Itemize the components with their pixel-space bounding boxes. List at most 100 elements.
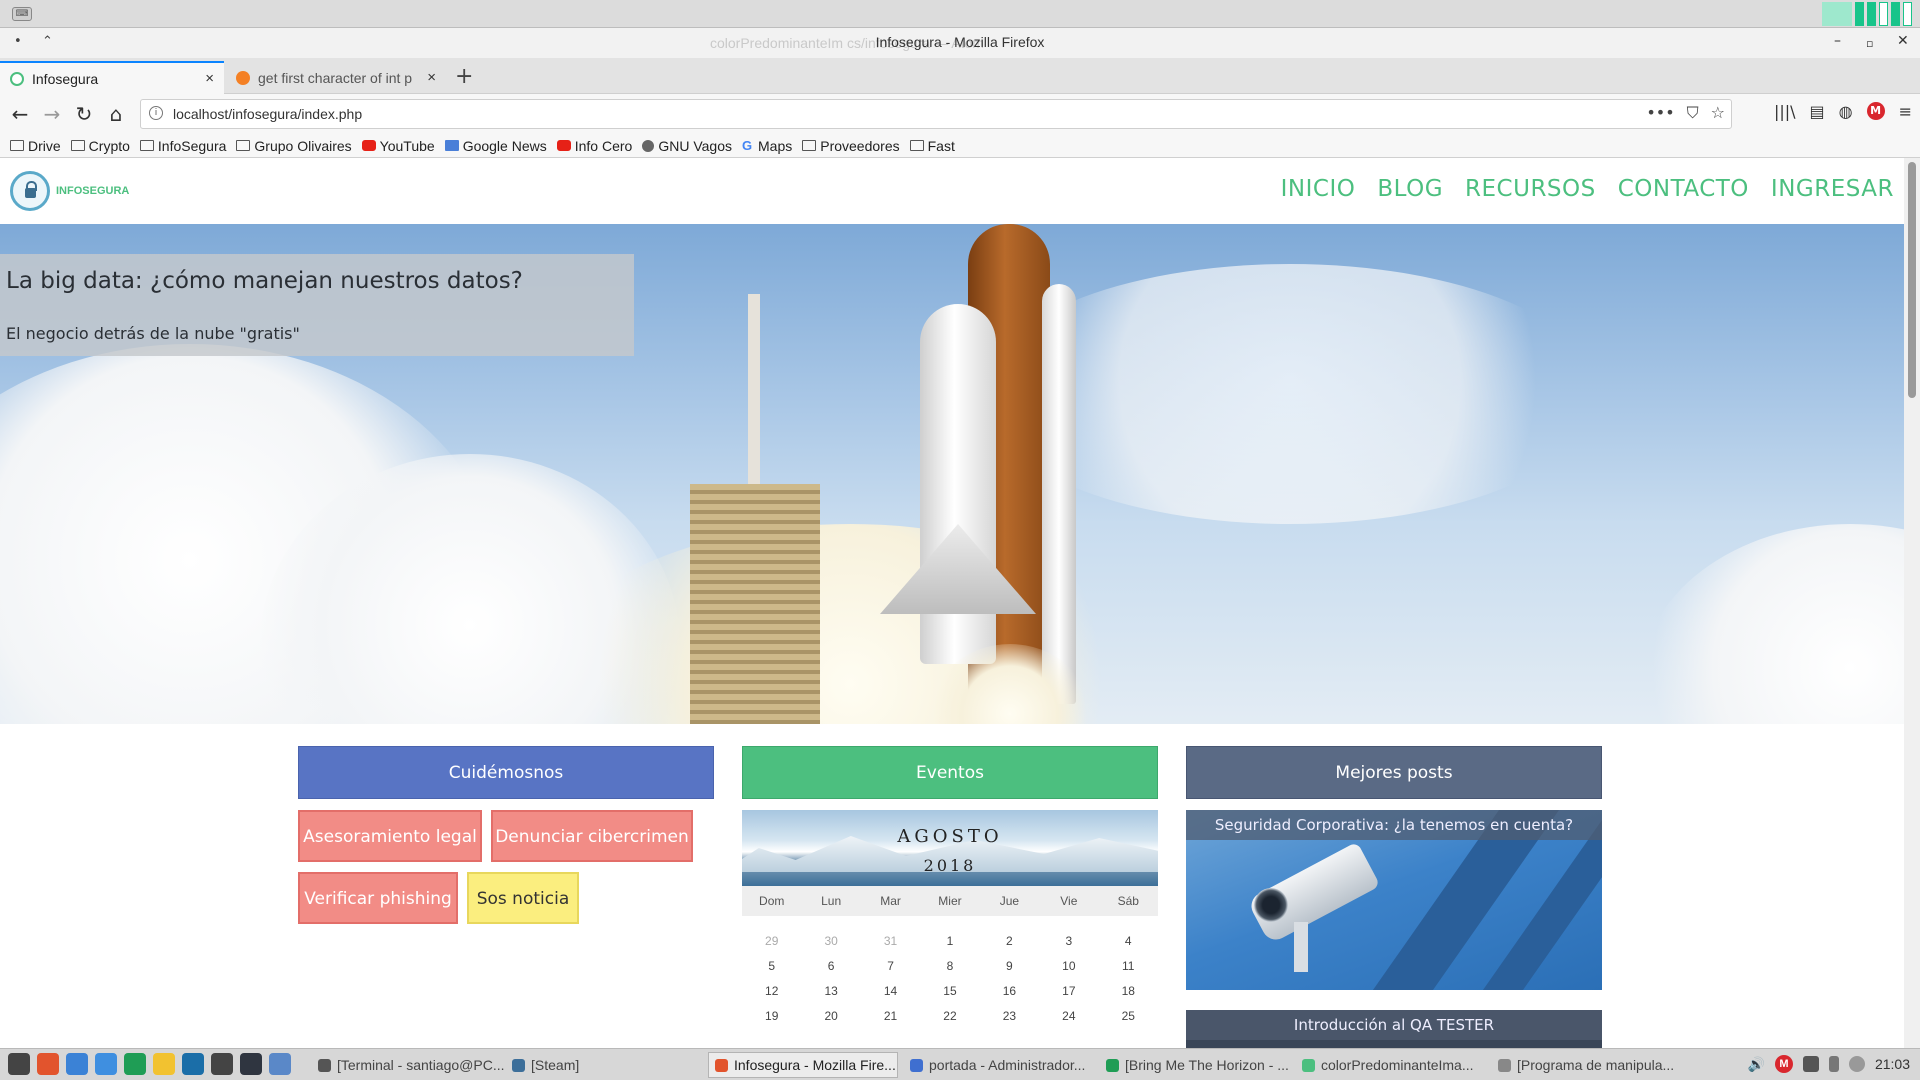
bookmark-label: YouTube bbox=[379, 137, 435, 154]
site-info-icon[interactable]: i bbox=[149, 106, 163, 120]
menu-item-contacto[interactable]: CONTACTO bbox=[1618, 176, 1749, 202]
taskbar-task[interactable]: Infosegura - Mozilla Fire... bbox=[708, 1052, 898, 1078]
sheets-icon[interactable] bbox=[124, 1053, 146, 1075]
mega-tray-icon[interactable]: M bbox=[1774, 1055, 1793, 1073]
sos-noticia-button[interactable]: Sos noticia bbox=[467, 872, 579, 924]
home-button[interactable]: ⌂ bbox=[104, 102, 128, 126]
maximize-button[interactable]: ▫ bbox=[1866, 37, 1873, 50]
post-title[interactable]: Seguridad Corporativa: ¿la tenemos en cu… bbox=[1186, 810, 1602, 840]
calendar-year: 2018 bbox=[923, 856, 977, 875]
files-icon[interactable] bbox=[95, 1053, 117, 1075]
mega-extension-icon[interactable]: M bbox=[1866, 102, 1885, 120]
page-scrollbar[interactable] bbox=[1904, 158, 1920, 1048]
bookmark-item[interactable]: Drive bbox=[10, 138, 61, 154]
post-card[interactable]: Seguridad Corporativa: ¿la tenemos en cu… bbox=[1186, 810, 1602, 990]
cpu-meter bbox=[1822, 2, 1912, 26]
forward-button[interactable]: → bbox=[40, 102, 64, 126]
verificar-phishing-button[interactable]: Verificar phishing bbox=[298, 872, 458, 924]
pocket-icon[interactable]: ⛉ bbox=[1687, 103, 1699, 123]
calendar-day[interactable]: 19 bbox=[742, 1001, 801, 1031]
task-label: colorPredominanteIma... bbox=[1321, 1057, 1474, 1073]
hero-banner[interactable]: La big data: ¿cómo manejan nuestros dato… bbox=[0, 224, 1904, 724]
new-tab-button[interactable]: + bbox=[455, 64, 473, 89]
bookmark-item[interactable]: Google News bbox=[444, 138, 547, 154]
taskbar-task[interactable]: colorPredominanteIma... bbox=[1296, 1052, 1486, 1078]
bookmark-item[interactable]: Grupo Olivaires bbox=[236, 138, 352, 154]
minimize-button[interactable]: – bbox=[1834, 33, 1841, 49]
bookmark-item[interactable]: Crypto bbox=[70, 137, 130, 154]
bookmark-label: Crypto bbox=[88, 137, 130, 154]
steam-icon[interactable] bbox=[182, 1053, 204, 1075]
calendar-day[interactable]: 20 bbox=[801, 1001, 860, 1031]
firefox-icon[interactable] bbox=[37, 1053, 59, 1075]
url-text[interactable]: localhost/infosegura/index.php bbox=[173, 106, 362, 122]
reload-button[interactable]: ↻ bbox=[72, 102, 96, 126]
menu-icon[interactable] bbox=[8, 1053, 30, 1075]
hero-title[interactable]: La big data: ¿cómo manejan nuestros dato… bbox=[6, 268, 523, 294]
bookmark-item[interactable]: GNU Vagos bbox=[642, 138, 732, 154]
task-label: [Steam] bbox=[531, 1057, 580, 1073]
display-icon[interactable] bbox=[1802, 1056, 1819, 1072]
clock[interactable]: 21:03 bbox=[1875, 1056, 1910, 1072]
tab-label: get first character of int p bbox=[258, 69, 413, 86]
sidebar-icon[interactable]: ▤ bbox=[1810, 102, 1825, 121]
cuidemosnos-header: Cuidémosnos bbox=[298, 746, 714, 799]
close-tab-icon[interactable]: × bbox=[205, 70, 214, 87]
gnu-icon bbox=[642, 139, 655, 152]
navigation-toolbar: ← → ↻ ⌂ i localhost/infosegura/index.php… bbox=[0, 94, 1920, 134]
calendar-day[interactable]: 25 bbox=[1099, 1001, 1158, 1031]
bookmark-item[interactable]: G Maps bbox=[742, 138, 792, 154]
page-actions-icon[interactable]: ••• bbox=[1646, 103, 1674, 123]
folder-icon bbox=[909, 140, 924, 151]
tab-infosegura[interactable]: Infosegura × bbox=[0, 61, 224, 94]
close-tab-icon[interactable]: × bbox=[427, 69, 436, 86]
taskbar-task[interactable]: portada - Administrador... bbox=[904, 1052, 1094, 1078]
extension-icon[interactable]: ◍ bbox=[1839, 102, 1853, 121]
menu-item-recursos[interactable]: RECURSOS bbox=[1465, 176, 1596, 202]
taskbar-task[interactable]: [Programa de manipula... bbox=[1492, 1052, 1682, 1078]
taskbar-task[interactable]: [Steam] bbox=[506, 1052, 646, 1078]
taskbar-task[interactable]: [Terminal - santiago@PC... bbox=[312, 1052, 508, 1078]
asesoramiento-legal-button[interactable]: Asesoramiento legal bbox=[298, 810, 482, 862]
menu-item-ingresar[interactable]: INGRESAR bbox=[1771, 176, 1894, 202]
menu-item-inicio[interactable]: INICIO bbox=[1281, 176, 1356, 202]
bookmark-item[interactable]: Proveedores bbox=[802, 138, 900, 154]
keyboard-icon[interactable]: ⌨ bbox=[12, 7, 32, 21]
post-title[interactable]: Introducción al QA TESTER bbox=[1186, 1010, 1602, 1040]
bookmark-item[interactable]: YouTube bbox=[361, 137, 435, 154]
library-icon[interactable]: |||\ bbox=[1774, 102, 1796, 121]
hamburger-menu-icon[interactable]: ≡ bbox=[1899, 102, 1912, 121]
calendar-day[interactable]: 24 bbox=[1039, 1001, 1098, 1031]
task-label: [Bring Me The Horizon - ... bbox=[1125, 1057, 1289, 1073]
app-icon bbox=[910, 1058, 923, 1072]
menu-item-blog[interactable]: BLOG bbox=[1377, 176, 1443, 202]
calendar-day[interactable]: 23 bbox=[980, 1001, 1039, 1031]
temperature-icon[interactable] bbox=[1828, 1056, 1839, 1072]
close-window-button[interactable]: ✕ bbox=[1897, 33, 1909, 49]
bookmark-item[interactable]: InfoSegura bbox=[139, 138, 226, 154]
post-card[interactable]: Introducción al QA TESTER bbox=[1186, 1010, 1602, 1048]
tab-strip: Infosegura × get first character of int … bbox=[0, 58, 1920, 94]
back-button[interactable]: ← bbox=[8, 102, 32, 126]
bookmark-label: Maps bbox=[758, 137, 793, 154]
chrome-icon[interactable] bbox=[66, 1053, 88, 1075]
taskbar-task[interactable]: [Bring Me The Horizon - ... bbox=[1100, 1052, 1290, 1078]
notes-icon[interactable] bbox=[153, 1053, 175, 1075]
web-page: INFOSEGURA INICIO BLOG RECURSOS CONTACTO… bbox=[0, 158, 1904, 1048]
bookmark-item[interactable]: Fast bbox=[909, 138, 955, 154]
bookmark-item[interactable]: Info Cero bbox=[556, 138, 632, 154]
system-tray: 🔊 M 21:03 bbox=[1748, 1055, 1910, 1073]
address-bar[interactable]: i localhost/infosegura/index.php ••• ⛉ ☆ bbox=[140, 99, 1732, 129]
volume-icon[interactable]: 🔊 bbox=[1748, 1056, 1765, 1073]
tab-stackoverflow[interactable]: get first character of int p × bbox=[226, 61, 446, 94]
atom-icon[interactable] bbox=[240, 1053, 262, 1075]
window-icon[interactable] bbox=[269, 1053, 291, 1075]
bookmark-star-icon[interactable]: ☆ bbox=[1711, 103, 1725, 123]
denunciar-cibercrimen-button[interactable]: Denunciar cibercrimen bbox=[491, 810, 693, 862]
calendar-day[interactable]: 22 bbox=[920, 1001, 979, 1031]
update-icon[interactable] bbox=[1848, 1056, 1865, 1072]
site-logo[interactable]: INFOSEGURA bbox=[10, 171, 129, 211]
calendar-day[interactable]: 21 bbox=[861, 1001, 920, 1031]
scrollbar-thumb[interactable] bbox=[1908, 162, 1916, 398]
mixer-icon[interactable] bbox=[211, 1053, 233, 1075]
